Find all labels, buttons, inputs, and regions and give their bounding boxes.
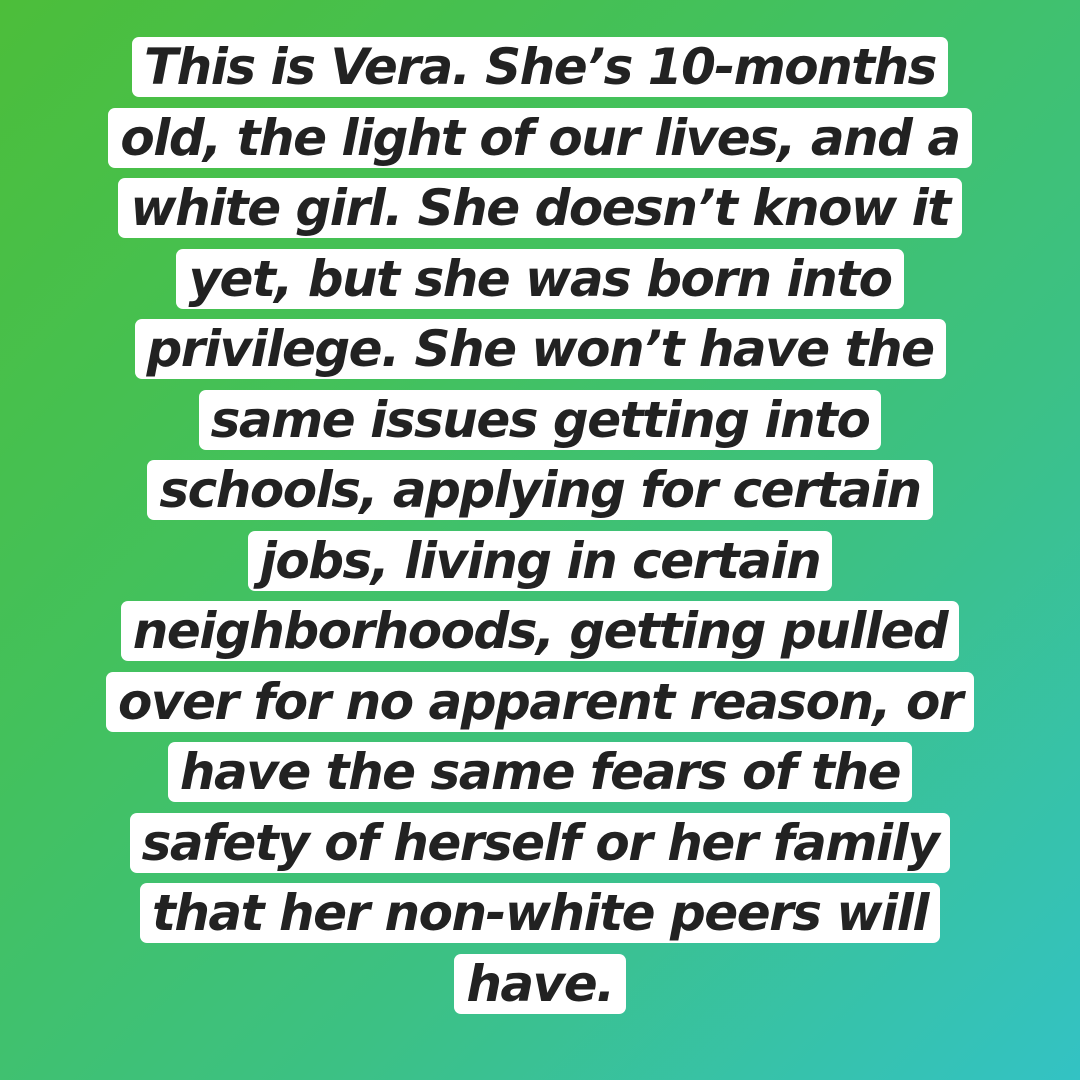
caption-line: white girl. She doesn’t know it bbox=[118, 178, 962, 238]
caption-line: This is Vera. She’s 10-months bbox=[132, 37, 948, 97]
caption-line: neighborhoods, getting pulled bbox=[120, 601, 960, 661]
caption-line: have. bbox=[454, 953, 626, 1014]
caption-line: that her non-white peers will bbox=[139, 883, 941, 943]
story-caption: This is Vera. She’s 10-months old, the l… bbox=[0, 0, 1080, 1024]
caption-line: old, the light of our lives, and a bbox=[108, 107, 972, 168]
caption-line: privilege. She won’t have the bbox=[134, 319, 946, 379]
caption-line: safety of herself or her family bbox=[129, 812, 951, 873]
caption-line: have the same fears of the bbox=[167, 742, 913, 802]
caption-line: jobs, living in certain bbox=[247, 530, 833, 591]
caption-line: yet, but she was born into bbox=[176, 248, 904, 309]
caption-line: same issues getting into bbox=[198, 389, 882, 450]
caption-line: over for no apparent reason, or bbox=[106, 671, 974, 732]
caption-line: schools, applying for certain bbox=[147, 460, 933, 520]
